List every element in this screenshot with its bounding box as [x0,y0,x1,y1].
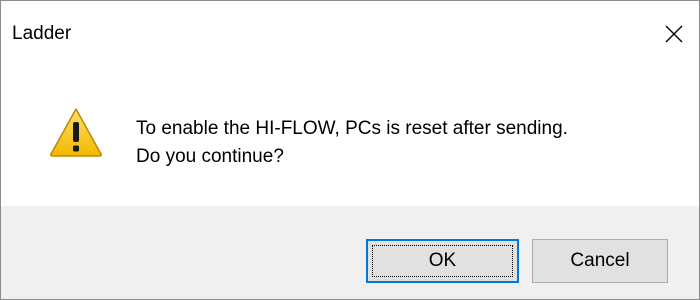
warning-icon [50,108,102,157]
message-line-1: To enable the HI-FLOW, PCs is reset afte… [136,118,568,139]
title-bar: Ladder [1,1,699,67]
cancel-button[interactable]: Cancel [532,239,668,283]
message-line-2: Do you continue? [136,146,284,167]
ok-button-label: OK [428,250,457,271]
close-button[interactable] [649,1,699,67]
message-text: To enable the HI-FLOW, PCs is reset afte… [136,115,568,171]
ok-button[interactable]: OK [366,239,519,283]
close-icon [665,25,683,43]
message-dialog: Ladder To enable the HI-FLOW, PCs is res… [0,0,700,300]
button-bar: OK Cancel [1,206,699,299]
dialog-content: To enable the HI-FLOW, PCs is reset afte… [1,67,699,206]
window-title: Ladder [12,23,72,44]
